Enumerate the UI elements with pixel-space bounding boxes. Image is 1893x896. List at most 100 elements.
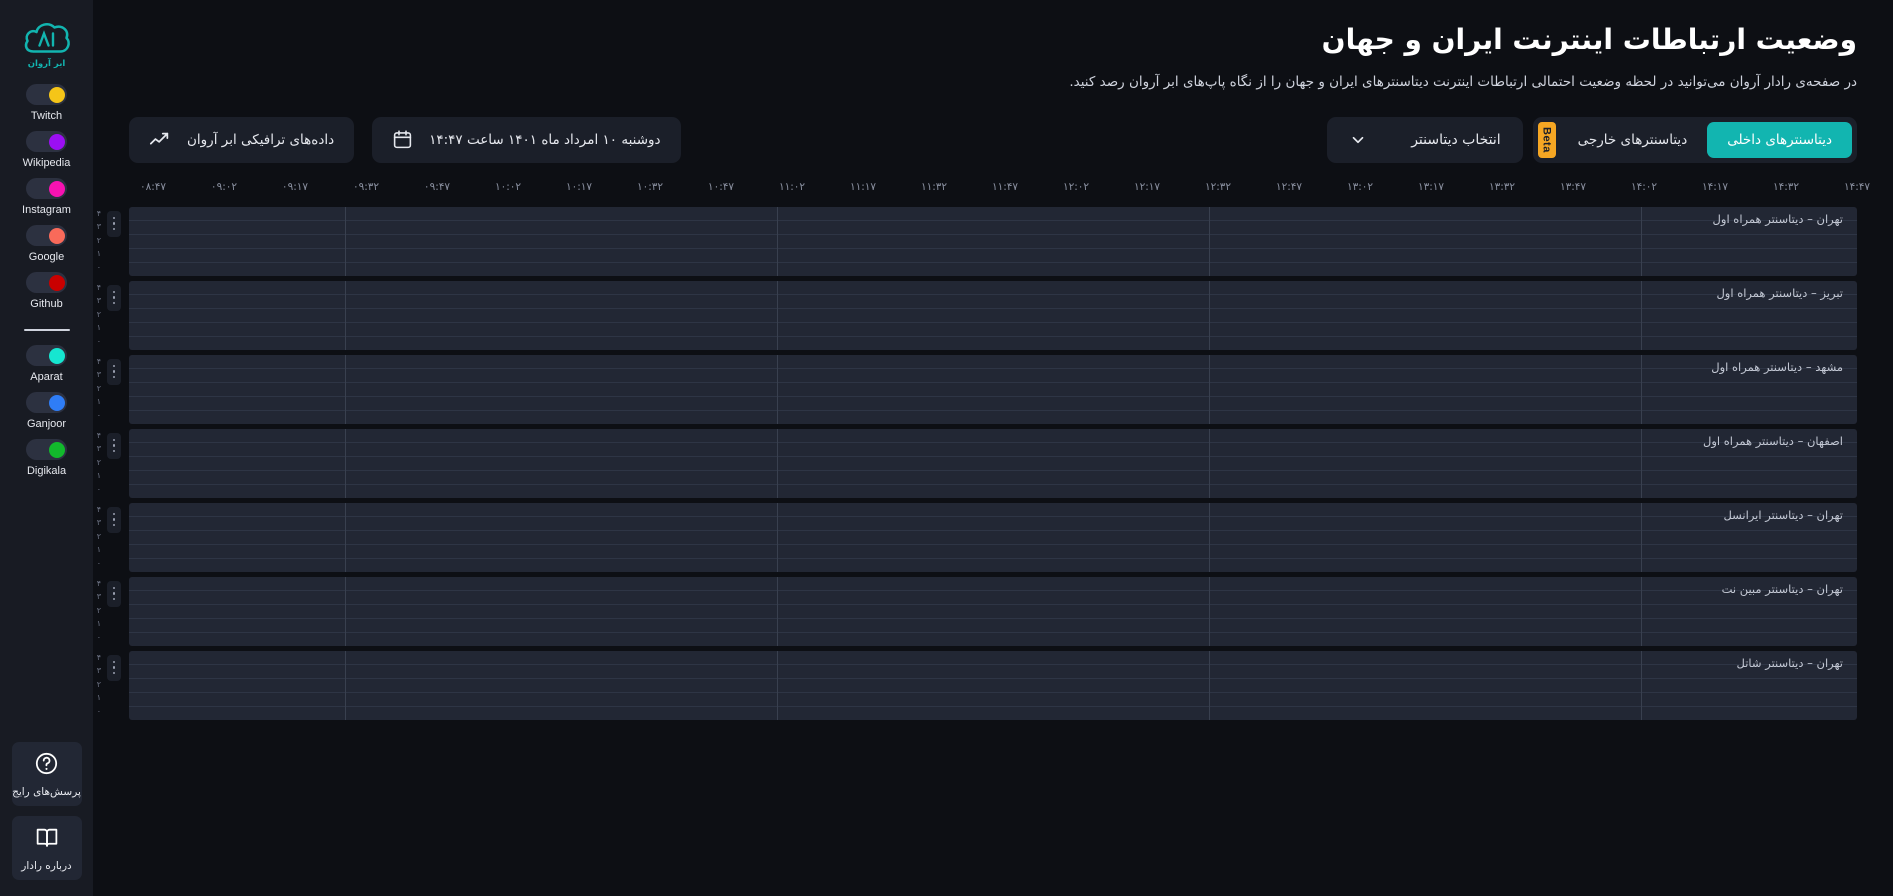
axis-tick: ۱۲:۰۲	[1062, 180, 1090, 193]
chart-row: ۴ ۳ ۲ ۱ ۰ اصفهان – دیتاسنتر همراه اول	[97, 428, 1857, 498]
chart-row: ۴ ۳ ۲ ۱ ۰ تهران – دیتاسنتر ایرانسل	[97, 502, 1857, 572]
service-toggle-instagram: Instagram	[22, 178, 71, 216]
faq-card[interactable]: پرسش‌های رایج	[11, 742, 82, 806]
chart-panel[interactable]: مشهد – دیتاسنتر همراه اول	[129, 354, 1857, 424]
chart-panel[interactable]: اصفهان – دیتاسنتر همراه اول	[129, 428, 1857, 498]
toggle-knob	[48, 227, 65, 244]
trending-up-icon	[149, 129, 171, 151]
y-tick-label: ۲	[96, 309, 101, 319]
service-toggle-aparat: Aparat	[26, 345, 67, 383]
about-radar-card[interactable]: درباره رادار	[11, 816, 82, 880]
time-axis: ۰۸:۴۷ ۰۹:۰۲ ۰۹:۱۷ ۰۹:۳۲ ۰۹:۴۷ ۱۰:۰۲ ۱۰:۱۷ ۱۰:۳۲…	[140, 180, 1870, 203]
toggle-switch[interactable]	[26, 345, 67, 366]
main-content: وضعیت ارتباطات اینترنت ایران و جهان در ص…	[93, 0, 1893, 896]
toggle-knob	[48, 441, 65, 458]
toggle-switch[interactable]	[26, 225, 68, 246]
toggle-label: Aparat	[30, 371, 63, 383]
axis-tick: ۱۴:۴۷	[1843, 180, 1871, 193]
chevron-down-icon	[1349, 131, 1367, 149]
toggle-knob	[48, 347, 65, 364]
service-toggle-github: Github	[22, 272, 71, 310]
toggle-switch[interactable]	[26, 439, 67, 460]
y-tick-label: ۰	[96, 558, 101, 568]
service-toggle-google: Google	[22, 225, 71, 263]
traffic-data-label: داده‌های ترافیکی ابر آروان	[187, 131, 335, 148]
sidebar-divider	[23, 329, 70, 331]
row-menu	[103, 429, 125, 498]
y-tick-label: ۰	[96, 410, 101, 420]
chart-panel[interactable]: تهران – دیتاسنتر همراه اول	[129, 206, 1857, 276]
y-axis-labels: ۴ ۳ ۲ ۱ ۰	[93, 577, 101, 646]
date-picker-button[interactable]: دوشنبه ۱۰ امرداد ماه ۱۴۰۱ ساعت ۱۴:۴۷	[372, 116, 681, 163]
datacenter-select-dropdown[interactable]: انتخاب دیتاسنتر	[1327, 116, 1523, 163]
y-tick-label: ۴	[96, 578, 101, 588]
y-axis-labels: ۴ ۳ ۲ ۱ ۰	[93, 651, 101, 720]
chart-row-label: مشهد – دیتاسنتر همراه اول	[1711, 359, 1843, 374]
row-menu	[103, 355, 125, 424]
radar-page: وضعیت ارتباطات اینترنت ایران و جهان در ص…	[0, 0, 1893, 896]
toggle-label: Ganjoor	[26, 418, 67, 430]
datacenter-select-label: انتخاب دیتاسنتر	[1411, 131, 1501, 148]
chart-panel[interactable]: تهران – دیتاسنتر شاتل	[129, 650, 1857, 720]
axis-tick: ۱۰:۰۲	[494, 180, 522, 193]
chart-row-label: تهران – دیتاسنتر شاتل	[1736, 655, 1843, 670]
kebab-menu-icon[interactable]	[107, 358, 121, 385]
arvancloud-logo[interactable]: ابر آروان	[18, 14, 76, 72]
kebab-menu-icon[interactable]	[107, 506, 121, 533]
axis-tick: ۰۸:۴۷	[139, 180, 167, 193]
toggle-switch[interactable]	[26, 131, 68, 152]
axis-tick: ۱۳:۳۲	[1488, 180, 1516, 193]
service-toggle-twitch: Twitch	[22, 84, 71, 122]
row-menu	[103, 651, 125, 720]
kebab-menu-icon[interactable]	[107, 432, 121, 459]
traffic-data-button[interactable]: داده‌های ترافیکی ابر آروان	[129, 116, 355, 163]
y-tick-label: ۱	[96, 323, 101, 333]
axis-tick: ۱۴:۳۲	[1772, 180, 1800, 193]
chart-row-label: تهران – دیتاسنتر ایرانسل	[1723, 507, 1843, 522]
y-tick-label: ۳	[96, 592, 101, 602]
chart-row: ۴ ۳ ۲ ۱ ۰ مشهد – دیتاسنتر همراه اول	[97, 354, 1857, 424]
axis-tick: ۰۹:۰۲	[210, 180, 238, 193]
bar-series	[133, 358, 1853, 424]
kebab-menu-icon[interactable]	[107, 580, 121, 607]
kebab-menu-icon[interactable]	[107, 654, 121, 681]
y-tick-label: ۳	[96, 370, 101, 380]
y-tick-label: ۰	[96, 632, 101, 642]
y-tick-label: ۳	[96, 666, 101, 676]
toggle-label: Github	[30, 298, 63, 310]
page-subtitle: در صفحه‌ی رادار آروان می‌توانید در لحظه …	[1069, 74, 1857, 91]
chart-panel[interactable]: تبریز – دیتاسنتر همراه اول	[129, 280, 1857, 350]
axis-tick: ۱۱:۳۲	[920, 180, 948, 193]
date-text: دوشنبه ۱۰ امرداد ماه ۱۴۰۱ ساعت ۱۴:۴۷	[429, 131, 661, 148]
kebab-menu-icon[interactable]	[107, 284, 121, 311]
toggle-switch[interactable]	[26, 178, 68, 199]
service-toggles-primary: Twitch Wikipedia Instagram Google Github	[22, 84, 71, 319]
axis-tick: ۱۲:۱۷	[1133, 180, 1161, 193]
toggle-switch[interactable]	[26, 392, 67, 413]
y-tick-label: ۳	[96, 296, 101, 306]
segment-internal-datacenters[interactable]: دیتاسنترهای داخلی	[1707, 121, 1852, 158]
chart-panel[interactable]: تهران – دیتاسنتر مبین نت	[129, 576, 1857, 646]
y-tick-label: ۲	[96, 605, 101, 615]
y-tick-label: ۲	[96, 679, 101, 689]
toggle-label: Instagram	[22, 204, 71, 216]
chart-row-label: اصفهان – دیتاسنتر همراه اول	[1703, 433, 1843, 448]
row-menu	[103, 503, 125, 572]
faq-label: پرسش‌های رایج	[12, 785, 81, 798]
axis-tick: ۱۰:۳۲	[636, 180, 664, 193]
toggle-knob	[48, 274, 65, 291]
kebab-menu-icon[interactable]	[107, 210, 121, 237]
bar-series	[133, 284, 1853, 350]
axis-tick: ۰۹:۴۷	[423, 180, 451, 193]
toggle-switch[interactable]	[26, 272, 68, 293]
chart-row: ۴ ۳ ۲ ۱ ۰ تبریز – دیتاسنتر همراه اول	[97, 280, 1857, 350]
y-tick-label: ۲	[96, 457, 101, 467]
segment-external-datacenters[interactable]: دیتاسنترهای خارجی	[1558, 122, 1708, 158]
y-tick-label: ۱	[96, 471, 101, 481]
service-toggle-digikala: Digikala	[26, 439, 67, 477]
axis-tick: ۱۲:۳۲	[1204, 180, 1232, 193]
axis-tick: ۱۴:۰۲	[1630, 180, 1658, 193]
toggle-switch[interactable]	[26, 84, 68, 105]
chart-panel[interactable]: تهران – دیتاسنتر ایرانسل	[129, 502, 1857, 572]
y-tick-label: ۴	[96, 356, 101, 366]
